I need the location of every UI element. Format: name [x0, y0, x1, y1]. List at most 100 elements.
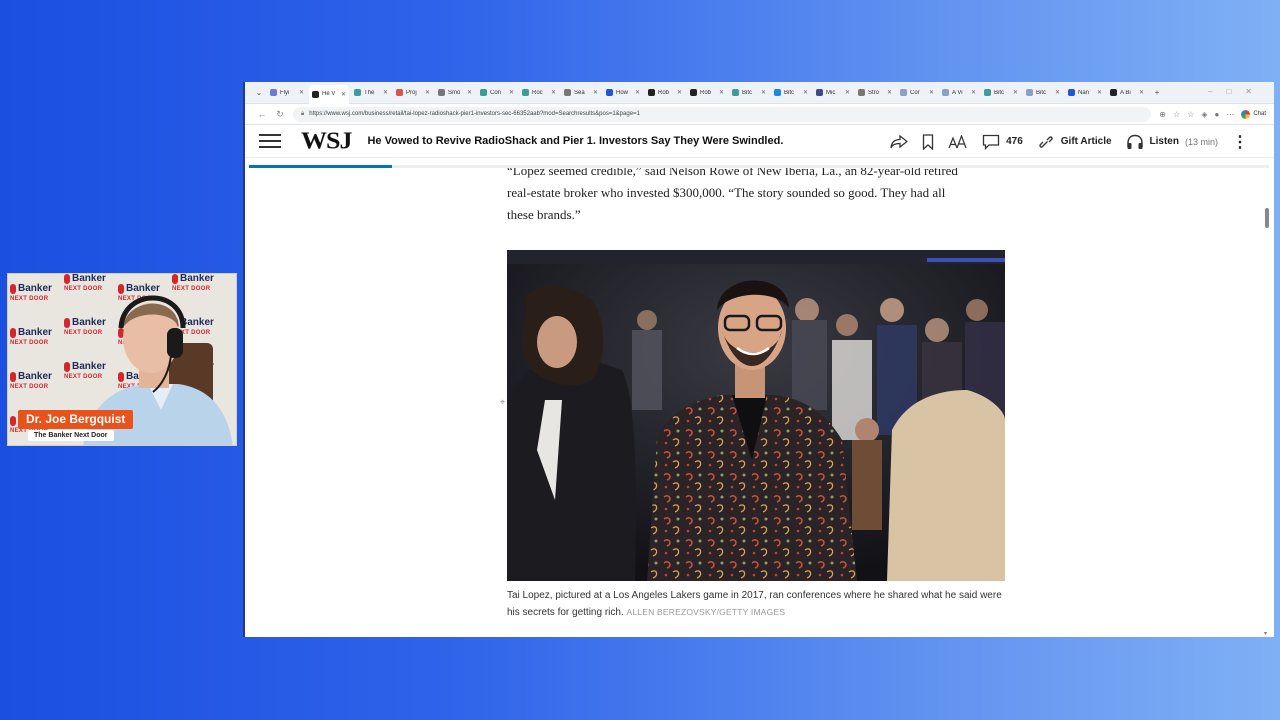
browser-tab[interactable]: Stro ✕: [855, 85, 895, 101]
tab-close-icon[interactable]: ✕: [383, 89, 388, 96]
tab-label: He V: [322, 91, 336, 97]
browser-tab[interactable]: Con ✕: [477, 85, 517, 101]
browser-tab[interactable]: A Vi ✕: [939, 85, 979, 101]
tab-label: Flyi: [280, 89, 290, 96]
backdrop-logo: BankerNEXT DOOR: [10, 283, 52, 302]
scroll-down-arrow-icon[interactable]: ▾: [1264, 630, 1267, 637]
tab-close-icon[interactable]: ✕: [509, 89, 514, 96]
browser-tab[interactable]: He V ✕: [309, 84, 349, 104]
star-icon[interactable]: ☆: [1173, 110, 1180, 119]
tab-label: Proj: [406, 89, 417, 96]
browser-tab[interactable]: Cor ✕: [897, 85, 937, 101]
tab-close-icon[interactable]: ✕: [803, 89, 808, 96]
back-arrow-icon[interactable]: ←: [253, 109, 271, 119]
share-button[interactable]: [890, 134, 909, 149]
url-field[interactable]: 🔒︎ https://www.wsj.com/business/retail/t…: [293, 106, 1152, 122]
url-text: https://www.wsj.com/business/retail/tai-…: [309, 111, 640, 117]
tab-close-icon[interactable]: ✕: [719, 89, 724, 96]
more-options-icon[interactable]: ⋮: [1232, 132, 1248, 152]
tab-label: Mic: [826, 89, 836, 96]
tab-close-icon[interactable]: ✕: [593, 89, 598, 96]
lock-icon: 🔒︎: [301, 110, 305, 117]
tab-close-icon[interactable]: ✕: [425, 89, 430, 96]
browser-tab[interactable]: Roc ✕: [519, 85, 559, 101]
browser-tab[interactable]: Bitc ✕: [1023, 85, 1063, 101]
microphone-icon: [64, 274, 70, 284]
microphone-icon: [10, 372, 16, 382]
tab-close-icon[interactable]: ✕: [1055, 89, 1060, 96]
tab-favicon-icon: [774, 89, 781, 96]
tab-close-icon[interactable]: ✕: [929, 89, 934, 96]
tab-favicon-icon: [858, 89, 865, 96]
browser-tab[interactable]: How ✕: [603, 85, 643, 101]
tab-close-icon[interactable]: ✕: [887, 89, 892, 96]
text-size-button[interactable]: [948, 134, 968, 149]
wsj-logo[interactable]: WSJ: [301, 127, 352, 156]
tab-favicon-icon: [732, 89, 739, 96]
browser-tab[interactable]: Smo ✕: [435, 85, 475, 101]
tab-close-icon[interactable]: ✕: [761, 89, 766, 96]
tab-close-icon[interactable]: ✕: [845, 89, 850, 96]
browser-tab[interactable]: Mic ✕: [813, 85, 853, 101]
tab-close-icon[interactable]: ✕: [551, 89, 556, 96]
tab-close-icon[interactable]: ✕: [677, 89, 682, 96]
scrollbar-thumb[interactable]: [1265, 208, 1269, 228]
tab-close-icon[interactable]: ✕: [1013, 89, 1018, 96]
tab-list-chevron-icon[interactable]: ⌄: [251, 88, 267, 97]
gift-article-button[interactable]: Gift Article: [1037, 134, 1112, 150]
browser-tab[interactable]: Bitc ✕: [729, 85, 769, 101]
browser-tab[interactable]: Nan ✕: [1065, 85, 1105, 101]
more-icon[interactable]: ⋯: [1226, 110, 1234, 119]
tab-close-icon[interactable]: ✕: [1139, 89, 1144, 96]
browser-tab[interactable]: The ✕: [351, 85, 391, 101]
tab-label: Bitc: [742, 89, 753, 96]
tab-label: Bitc: [994, 89, 1005, 96]
menu-icon[interactable]: [259, 133, 281, 149]
tab-favicon-icon: [984, 89, 991, 96]
tab-favicon-icon: [648, 89, 655, 96]
page-scrollbar[interactable]: ▾: [1264, 208, 1270, 637]
bookmark-icon: [922, 133, 934, 150]
webcam-overlay: Banker NEXT DOOR Banker NEXT DOOR Banker NEXT…: [7, 273, 237, 446]
mouse-cursor-icon: ⌖: [500, 397, 506, 407]
tab-close-icon[interactable]: ✕: [467, 89, 472, 96]
browser-tab[interactable]: Sea ✕: [561, 85, 601, 101]
profile-icon[interactable]: ●: [1214, 110, 1219, 119]
tab-favicon-icon: [606, 89, 613, 96]
browser-tab[interactable]: Flyi ✕: [267, 85, 307, 101]
comments-button[interactable]: 476: [982, 134, 1023, 150]
tab-favicon-icon: [690, 89, 697, 96]
copilot-chat-button[interactable]: Chat: [1241, 109, 1266, 119]
tab-close-icon[interactable]: ✕: [299, 89, 304, 96]
wsj-article-header: WSJ He Vowed to Revive RadioShack and Pi…: [245, 125, 1274, 158]
browser-tab[interactable]: Rob ✕: [645, 85, 685, 101]
browser-tab[interactable]: Rob ✕: [687, 85, 727, 101]
copilot-icon: [1241, 109, 1251, 119]
tab-label: Rob: [658, 89, 670, 96]
browser-tab[interactable]: Bitc ✕: [771, 85, 811, 101]
browser-tab[interactable]: Bitc ✕: [981, 85, 1021, 101]
tab-close-icon[interactable]: ✕: [971, 89, 976, 96]
shield-icon[interactable]: ◈: [1201, 110, 1207, 119]
bookmark-button[interactable]: [922, 133, 934, 150]
browser-tab[interactable]: Proj ✕: [393, 85, 433, 101]
tab-favicon-icon: [270, 89, 277, 96]
tab-favicon-icon: [354, 89, 361, 96]
window-controls[interactable]: –□✕: [1208, 87, 1266, 96]
new-tab-button[interactable]: +: [1149, 88, 1165, 97]
zoom-icon[interactable]: ⊕: [1159, 110, 1166, 119]
tab-label: How: [616, 89, 629, 96]
reload-icon[interactable]: ↻: [271, 109, 289, 120]
tab-favicon-icon: [480, 89, 487, 96]
browser-tab[interactable]: A Bi ✕: [1107, 85, 1147, 101]
microphone-icon: [64, 362, 70, 372]
tab-close-icon[interactable]: ✕: [635, 89, 640, 96]
listen-button[interactable]: Listen (13 min): [1126, 134, 1218, 150]
article-photo[interactable]: [507, 250, 1005, 581]
photo-image: [507, 250, 1005, 581]
favorites-icon[interactable]: ☆: [1187, 110, 1194, 119]
tab-label: Roc: [532, 89, 543, 96]
tab-close-icon[interactable]: ✕: [341, 91, 346, 98]
headphones-icon: [1126, 134, 1143, 149]
tab-close-icon[interactable]: ✕: [1097, 89, 1102, 96]
